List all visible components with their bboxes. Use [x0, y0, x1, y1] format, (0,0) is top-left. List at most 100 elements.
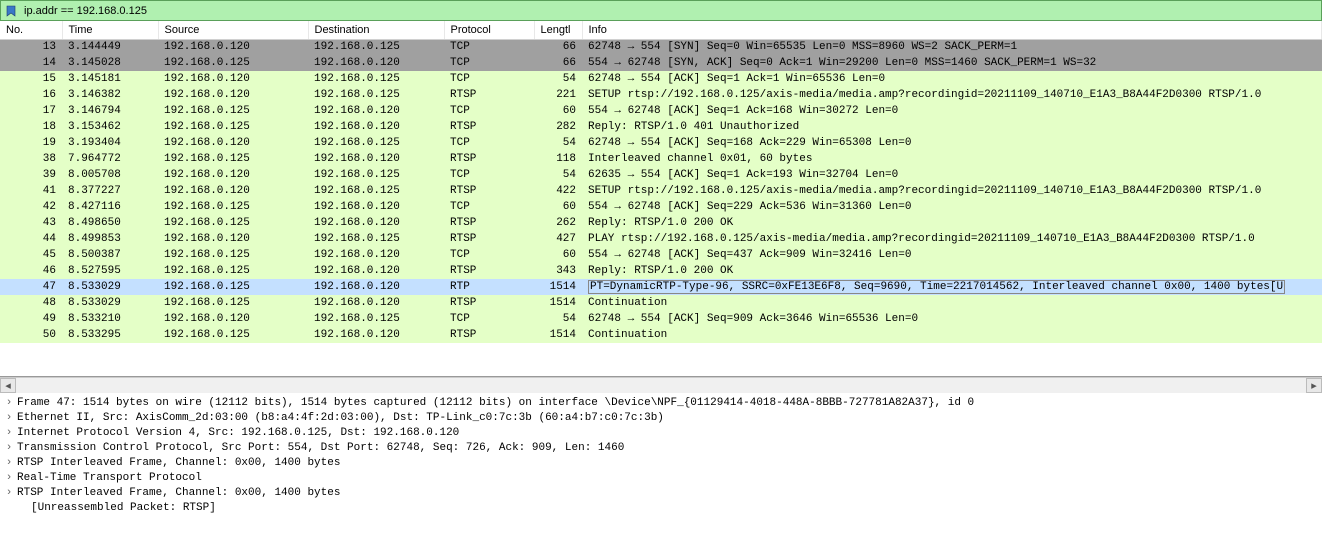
- packet-list-pane[interactable]: No. Time Source Destination Protocol Len…: [0, 21, 1322, 377]
- cell: 192.168.0.125: [308, 231, 444, 247]
- cell: 66: [534, 39, 582, 55]
- chevron-right-icon[interactable]: ›: [4, 397, 14, 409]
- cell: RTSP: [444, 119, 534, 135]
- cell: TCP: [444, 103, 534, 119]
- cell: 192.168.0.125: [158, 103, 308, 119]
- cell: 3.144449: [62, 39, 158, 55]
- cell: 427: [534, 231, 582, 247]
- col-header-time[interactable]: Time: [62, 21, 158, 39]
- col-header-info[interactable]: Info: [582, 21, 1322, 39]
- bookmark-icon[interactable]: [4, 4, 18, 18]
- table-row[interactable]: 428.427116192.168.0.125192.168.0.120TCP6…: [0, 199, 1322, 215]
- table-row[interactable]: 153.145181192.168.0.120192.168.0.125TCP5…: [0, 71, 1322, 87]
- tree-row[interactable]: ›Internet Protocol Version 4, Src: 192.1…: [4, 425, 1318, 440]
- cell: 45: [0, 247, 62, 263]
- col-header-destination[interactable]: Destination: [308, 21, 444, 39]
- tree-row[interactable]: ›Transmission Control Protocol, Src Port…: [4, 440, 1318, 455]
- table-row[interactable]: 508.533295192.168.0.125192.168.0.120RTSP…: [0, 327, 1322, 343]
- table-row[interactable]: 498.533210192.168.0.120192.168.0.125TCP5…: [0, 311, 1322, 327]
- packet-details-pane[interactable]: ›Frame 47: 1514 bytes on wire (12112 bit…: [0, 393, 1322, 537]
- cell-info: Reply: RTSP/1.0 200 OK: [582, 215, 1322, 231]
- cell: 192.168.0.120: [308, 103, 444, 119]
- tree-row[interactable]: [Unreassembled Packet: RTSP]: [4, 500, 1318, 515]
- table-row[interactable]: 143.145028192.168.0.125192.168.0.120TCP6…: [0, 55, 1322, 71]
- cell: 8.533029: [62, 279, 158, 295]
- cell: 192.168.0.125: [158, 119, 308, 135]
- cell-info: Continuation: [582, 327, 1322, 343]
- table-row[interactable]: 193.193404192.168.0.120192.168.0.125TCP5…: [0, 135, 1322, 151]
- cell-info: 62635 → 554 [ACK] Seq=1 Ack=193 Win=3270…: [582, 167, 1322, 183]
- cell: 14: [0, 55, 62, 71]
- cell: 192.168.0.125: [308, 167, 444, 183]
- cell: 192.168.0.125: [158, 215, 308, 231]
- cell: 192.168.0.125: [308, 183, 444, 199]
- scroll-left-icon[interactable]: ◂: [0, 378, 16, 393]
- cell: TCP: [444, 199, 534, 215]
- cell-info: Continuation: [582, 295, 1322, 311]
- chevron-right-icon[interactable]: ›: [4, 457, 14, 469]
- table-row[interactable]: 468.527595192.168.0.125192.168.0.120RTSP…: [0, 263, 1322, 279]
- cell: 192.168.0.120: [158, 71, 308, 87]
- table-row[interactable]: 183.153462192.168.0.125192.168.0.120RTSP…: [0, 119, 1322, 135]
- table-row[interactable]: 438.498650192.168.0.125192.168.0.120RTSP…: [0, 215, 1322, 231]
- cell: 192.168.0.120: [308, 215, 444, 231]
- col-header-source[interactable]: Source: [158, 21, 308, 39]
- table-row[interactable]: 173.146794192.168.0.125192.168.0.120TCP6…: [0, 103, 1322, 119]
- packet-list-hscroll[interactable]: ◂ ▸: [0, 377, 1322, 393]
- cell: 192.168.0.125: [308, 311, 444, 327]
- scroll-right-icon[interactable]: ▸: [1306, 378, 1322, 393]
- tree-row[interactable]: ›Real-Time Transport Protocol: [4, 470, 1318, 485]
- display-filter-bar: [0, 0, 1322, 21]
- cell: 282: [534, 119, 582, 135]
- cell: 15: [0, 71, 62, 87]
- cell: 3.146794: [62, 103, 158, 119]
- cell: 192.168.0.125: [158, 263, 308, 279]
- chevron-right-icon[interactable]: ›: [4, 412, 14, 424]
- cell: 8.498650: [62, 215, 158, 231]
- table-row[interactable]: 133.144449192.168.0.120192.168.0.125TCP6…: [0, 39, 1322, 55]
- tree-row[interactable]: ›RTSP Interleaved Frame, Channel: 0x00, …: [4, 485, 1318, 500]
- tree-row[interactable]: ›RTSP Interleaved Frame, Channel: 0x00, …: [4, 455, 1318, 470]
- cell: 48: [0, 295, 62, 311]
- cell: 192.168.0.125: [158, 295, 308, 311]
- table-row[interactable]: 488.533029192.168.0.125192.168.0.120RTSP…: [0, 295, 1322, 311]
- cell: 192.168.0.120: [308, 55, 444, 71]
- cell: RTSP: [444, 215, 534, 231]
- chevron-right-icon[interactable]: ›: [4, 487, 14, 499]
- packet-table: No. Time Source Destination Protocol Len…: [0, 21, 1322, 343]
- table-row[interactable]: 398.005708192.168.0.120192.168.0.125TCP5…: [0, 167, 1322, 183]
- table-row[interactable]: 478.533029192.168.0.125192.168.0.120RTP1…: [0, 279, 1322, 295]
- cell: 49: [0, 311, 62, 327]
- col-header-length[interactable]: Lengtl: [534, 21, 582, 39]
- cell: TCP: [444, 55, 534, 71]
- table-row[interactable]: 418.377227192.168.0.120192.168.0.125RTSP…: [0, 183, 1322, 199]
- cell: 54: [534, 135, 582, 151]
- cell: RTSP: [444, 183, 534, 199]
- cell: 50: [0, 327, 62, 343]
- cell: 192.168.0.125: [158, 151, 308, 167]
- cell: 118: [534, 151, 582, 167]
- cell: TCP: [444, 167, 534, 183]
- chevron-right-icon[interactable]: ›: [4, 472, 14, 484]
- chevron-right-icon[interactable]: ›: [4, 442, 14, 454]
- cell: 8.377227: [62, 183, 158, 199]
- cell: 44: [0, 231, 62, 247]
- cell-info: 554 → 62748 [ACK] Seq=437 Ack=909 Win=32…: [582, 247, 1322, 263]
- tree-row[interactable]: ›Frame 47: 1514 bytes on wire (12112 bit…: [4, 395, 1318, 410]
- cell: RTSP: [444, 151, 534, 167]
- table-row[interactable]: 458.500387192.168.0.125192.168.0.120TCP6…: [0, 247, 1322, 263]
- col-header-protocol[interactable]: Protocol: [444, 21, 534, 39]
- chevron-right-icon[interactable]: ›: [4, 427, 14, 439]
- cell: 16: [0, 87, 62, 103]
- cell: RTSP: [444, 87, 534, 103]
- table-row[interactable]: 387.964772192.168.0.125192.168.0.120RTSP…: [0, 151, 1322, 167]
- cell-info: 554 → 62748 [ACK] Seq=1 Ack=168 Win=3027…: [582, 103, 1322, 119]
- cell: 39: [0, 167, 62, 183]
- packet-header-row[interactable]: No. Time Source Destination Protocol Len…: [0, 21, 1322, 39]
- table-row[interactable]: 448.499853192.168.0.120192.168.0.125RTSP…: [0, 231, 1322, 247]
- cell: 192.168.0.120: [158, 167, 308, 183]
- tree-row[interactable]: ›Ethernet II, Src: AxisComm_2d:03:00 (b8…: [4, 410, 1318, 425]
- col-header-no[interactable]: No.: [0, 21, 62, 39]
- table-row[interactable]: 163.146382192.168.0.120192.168.0.125RTSP…: [0, 87, 1322, 103]
- display-filter-input[interactable]: [22, 4, 1318, 18]
